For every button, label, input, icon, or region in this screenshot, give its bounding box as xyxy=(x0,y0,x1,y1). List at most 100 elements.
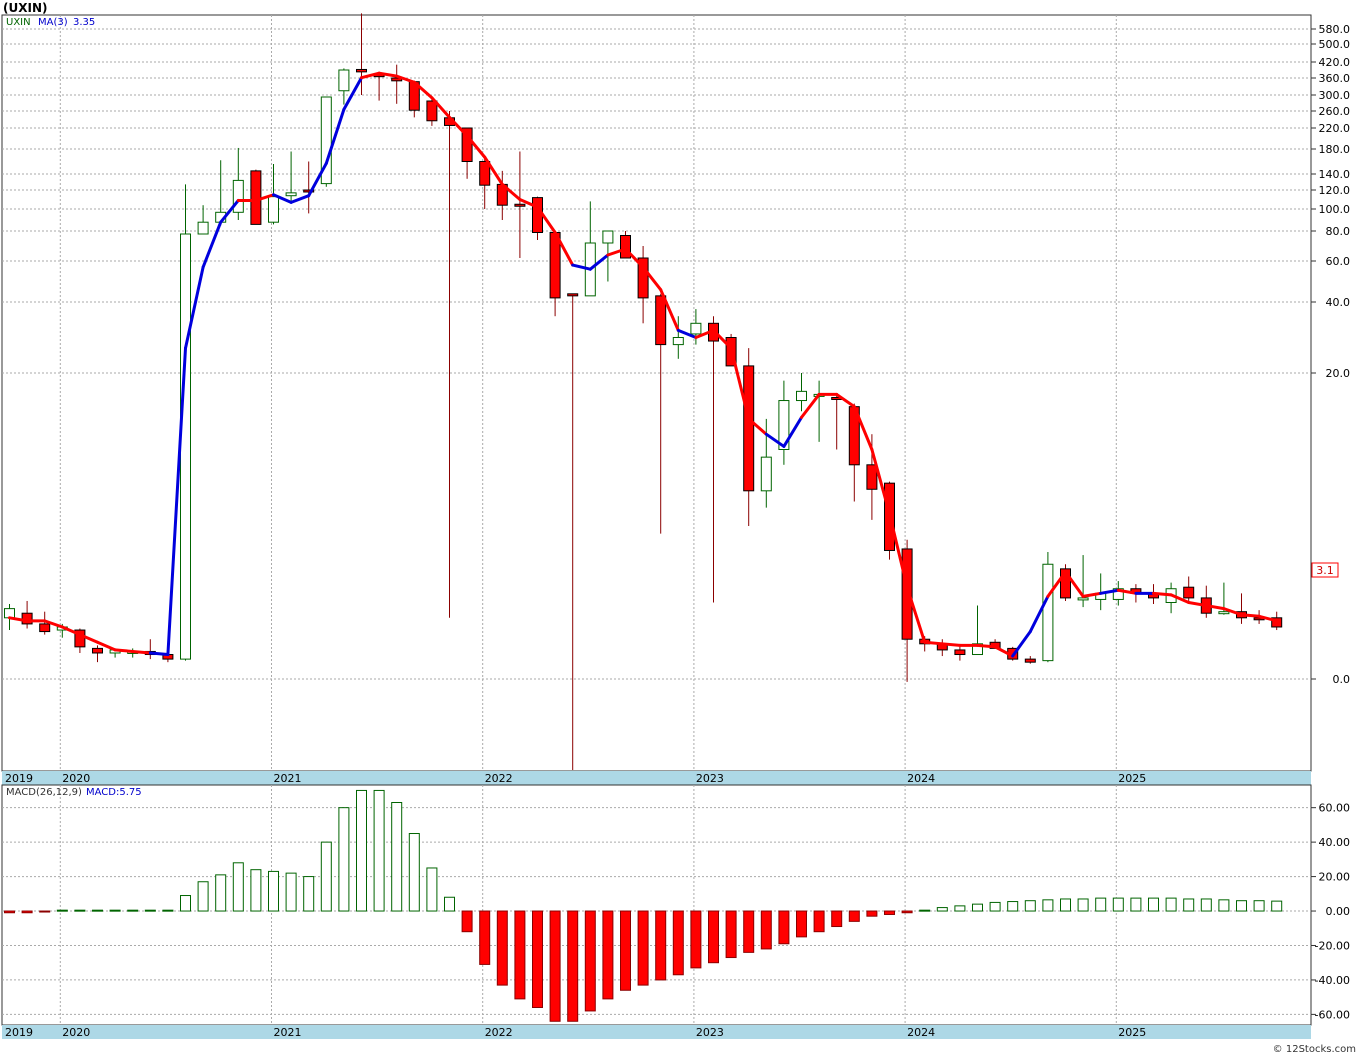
macd-bar xyxy=(637,910,649,986)
price-tick-label: 40.0 xyxy=(1326,296,1351,309)
macd-bar xyxy=(972,903,983,912)
macd-bar xyxy=(56,909,68,912)
macd-bar xyxy=(1095,897,1107,912)
macd-bar xyxy=(672,910,684,976)
macd-bar xyxy=(1042,899,1054,912)
macd-bar xyxy=(4,910,15,914)
ma-segment xyxy=(131,649,152,655)
macd-tick-label: -60.00 xyxy=(1315,1008,1350,1021)
macd-bar xyxy=(584,910,596,1012)
macd-tick-label: 40.00 xyxy=(1319,836,1351,849)
ma-segment xyxy=(940,642,962,647)
candle-body xyxy=(285,192,297,197)
candle-body xyxy=(672,337,684,346)
time-axis-band-bottom xyxy=(2,1025,1311,1039)
watermark: © 12Stocks.com xyxy=(1273,1044,1356,1055)
macd-bar xyxy=(532,910,543,1008)
candle-body xyxy=(796,390,807,402)
year-label: 2021 xyxy=(274,1026,302,1039)
candle-body xyxy=(1077,597,1089,601)
candle-body xyxy=(760,456,772,492)
macd-y-axis: 60.00 40.00 20.00 0.00 -20.00 -40.00 -60.00 xyxy=(1311,802,1351,1021)
macd-bar xyxy=(655,910,667,981)
macd-bar xyxy=(831,910,843,928)
macd-bar xyxy=(936,907,948,912)
candle-body xyxy=(743,365,755,492)
candle xyxy=(320,96,332,187)
year-label: 2024 xyxy=(907,1026,935,1039)
price-tick-label: 60.0 xyxy=(1326,255,1351,268)
year-label: 2023 xyxy=(696,772,724,785)
candle-body xyxy=(180,233,191,660)
macd-bar xyxy=(215,874,227,912)
candle-body xyxy=(426,100,438,122)
year-label: 2023 xyxy=(696,1026,724,1039)
legend-ma-value: 3.35 xyxy=(73,17,95,28)
year-label: 2022 xyxy=(485,1026,513,1039)
candle xyxy=(884,481,895,560)
macd-bar xyxy=(461,910,473,933)
macd-bar xyxy=(1148,897,1159,912)
ma-segment xyxy=(923,640,944,646)
chart-title: (UXIN) xyxy=(3,1,47,15)
year-label: 2020 xyxy=(62,1026,90,1039)
macd-bar xyxy=(162,909,174,912)
macd-bar xyxy=(232,862,244,912)
macd-bar xyxy=(373,789,385,912)
macd-bar xyxy=(1060,898,1071,912)
macd-bar xyxy=(1112,897,1124,912)
macd-tick-label: -20.00 xyxy=(1315,939,1350,952)
candle-body xyxy=(655,295,667,346)
year-label: 2019 xyxy=(5,1026,33,1039)
macd-bar xyxy=(989,901,1001,912)
macd-bar xyxy=(1007,901,1019,912)
macd-bar xyxy=(1236,900,1247,912)
macd-bar xyxy=(444,896,455,912)
candle-body xyxy=(532,197,543,234)
year-label: 2025 xyxy=(1118,772,1146,785)
macd-bar xyxy=(479,910,491,965)
macd-bar xyxy=(919,909,931,912)
macd-bar xyxy=(866,910,878,917)
macd-bar xyxy=(743,910,755,953)
macd-legend-label: MACD(26,12,9) xyxy=(6,787,82,798)
last-price-label: 3.1 xyxy=(1316,564,1334,577)
macd-bar xyxy=(1253,900,1265,912)
candle-body xyxy=(197,221,209,235)
candle-body xyxy=(1218,611,1230,615)
macd-bar xyxy=(813,910,825,933)
macd-bar xyxy=(180,895,191,912)
year-label: 2022 xyxy=(485,772,513,785)
stock-chart: (UXIN) 580.0 500.0 420.0 360.0 300.0 260.0 220… xyxy=(1,1,1356,1055)
price-tick-label: 20.0 xyxy=(1326,367,1351,380)
macd-bar xyxy=(848,910,860,922)
macd-legend-value: MACD:5.75 xyxy=(86,787,142,798)
price-tick-label: 300.0 xyxy=(1319,89,1351,102)
macd-tick-label: -40.00 xyxy=(1315,974,1350,987)
macd-bar xyxy=(620,910,631,991)
macd-bar xyxy=(320,841,332,912)
price-tick-label: 100.0 xyxy=(1319,203,1351,216)
price-tick-label: 220.0 xyxy=(1319,122,1351,135)
ma-segment xyxy=(148,651,170,657)
price-tick-label: 360.0 xyxy=(1319,72,1351,85)
macd-bar xyxy=(1183,898,1195,912)
macd-bar xyxy=(778,910,790,945)
candle-body xyxy=(39,623,51,633)
macd-bar xyxy=(426,867,438,912)
candle xyxy=(1060,564,1071,601)
price-tick-label: 500.0 xyxy=(1319,38,1351,51)
year-label: 2021 xyxy=(274,772,302,785)
macd-bar xyxy=(1024,900,1036,912)
macd-bar xyxy=(1130,897,1142,912)
macd-bar xyxy=(725,910,737,959)
macd-bar xyxy=(1165,897,1177,912)
macd-tick-label: 0.00 xyxy=(1326,905,1351,918)
macd-tick-label: 20.00 xyxy=(1319,871,1351,884)
macd-bar xyxy=(690,910,702,969)
candle-body xyxy=(514,203,526,207)
macd-bar xyxy=(760,910,772,950)
macd-bar xyxy=(567,910,579,1022)
price-y-axis: 580.0 500.0 420.0 360.0 300.0 260.0 220.0 180.0… xyxy=(1311,23,1350,686)
macd-bar xyxy=(268,870,279,912)
